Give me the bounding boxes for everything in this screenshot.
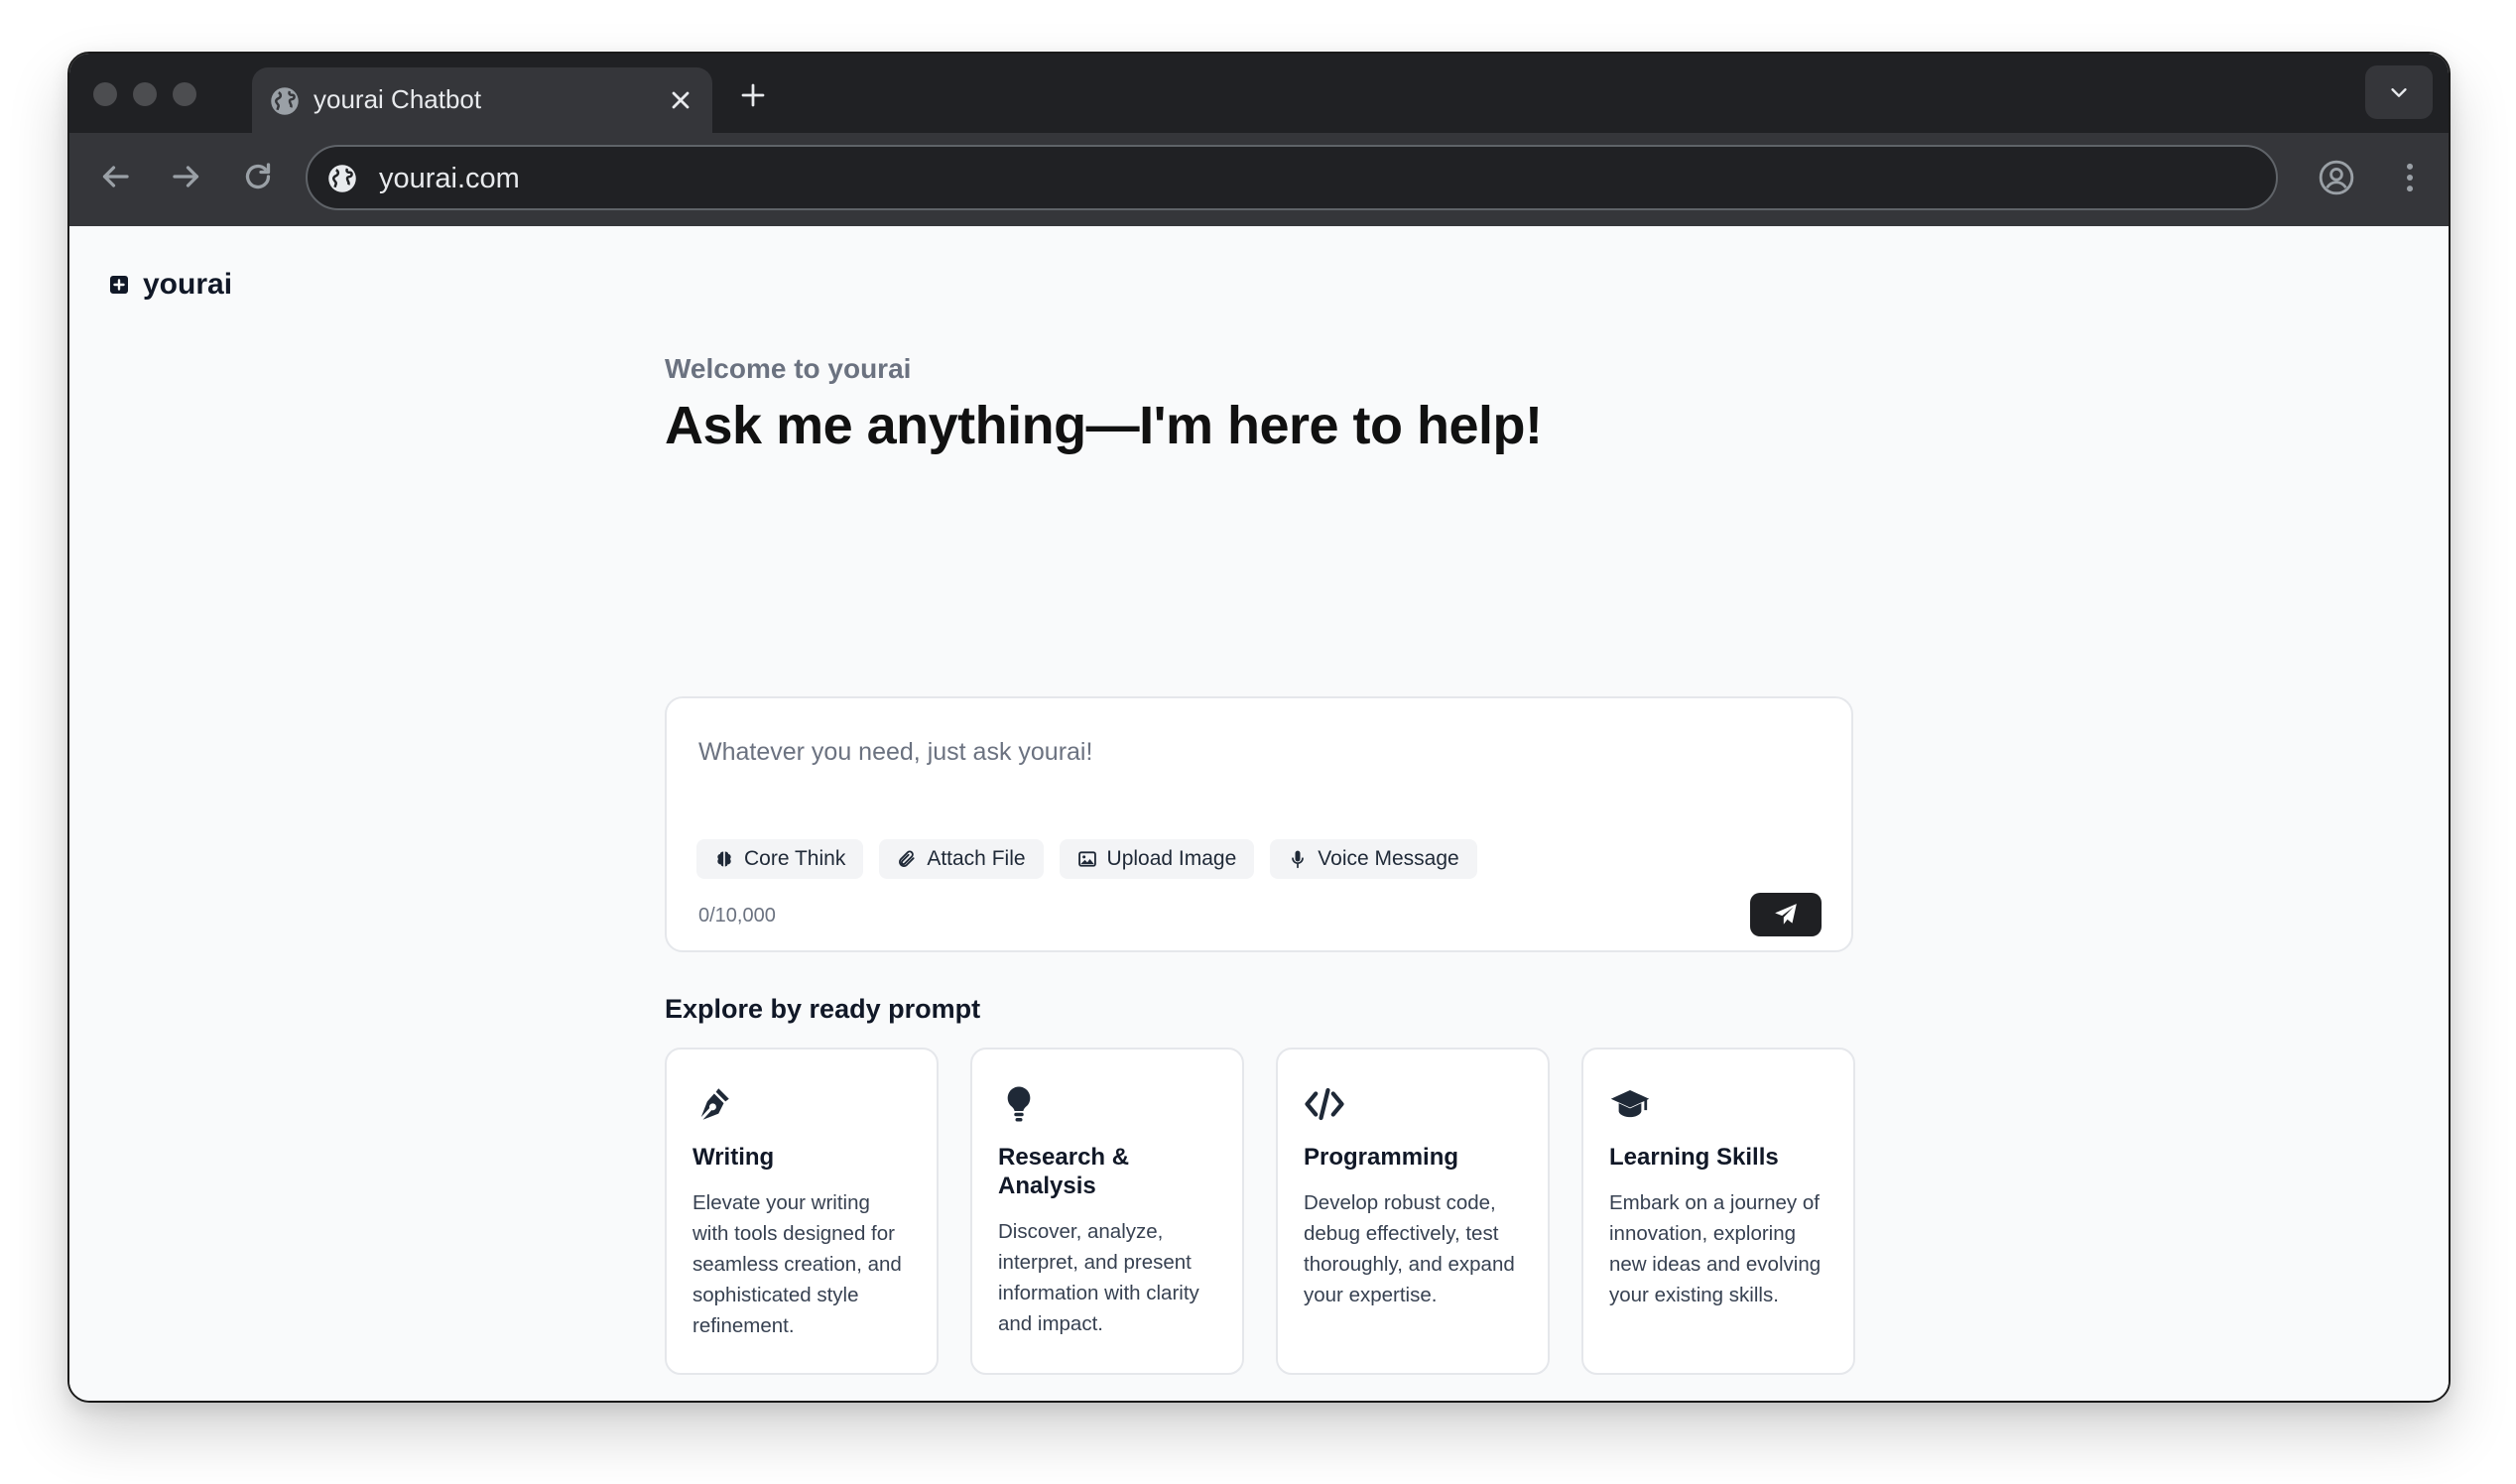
image-icon xyxy=(1077,851,1096,867)
square-plus-icon xyxy=(110,276,128,294)
card-description: Develop robust code, debug effectively, … xyxy=(1304,1191,1515,1306)
forward-arrow-icon[interactable] xyxy=(169,159,204,194)
chevron-down-icon xyxy=(2391,88,2407,97)
card-title: Research & Analysis xyxy=(998,1144,1130,1199)
send-button[interactable] xyxy=(1750,893,1822,936)
paper-plane-icon xyxy=(1775,904,1797,925)
profile-icon[interactable] xyxy=(2318,159,2355,196)
window-maximize-dot[interactable] xyxy=(173,82,196,106)
pen-nib-icon xyxy=(700,1088,729,1120)
back-arrow-icon[interactable] xyxy=(97,159,133,194)
graduation-cap-icon xyxy=(1610,1090,1650,1118)
welcome-text: Welcome to yourai xyxy=(665,353,912,384)
card-title: Writing xyxy=(692,1144,775,1171)
code-icon xyxy=(1305,1087,1344,1121)
voice-message-button[interactable]: Voice Message xyxy=(1270,839,1477,879)
core-think-label: Core Think xyxy=(744,847,846,870)
chat-composer: Core Think Attach File Upload Image xyxy=(665,696,1853,952)
card-description: Discover, analyze, interpret, and presen… xyxy=(998,1220,1199,1335)
tab-search-button[interactable] xyxy=(2365,65,2433,119)
attach-file-button[interactable]: Attach File xyxy=(879,839,1044,879)
lightbulb-icon xyxy=(1007,1086,1031,1122)
composer-tools: Core Think Attach File Upload Image Voic… xyxy=(696,839,1477,879)
prompt-card-writing[interactable]: Writing Elevate your writing with tools … xyxy=(665,1048,939,1375)
address-bar[interactable]: yourai.com xyxy=(306,145,2278,210)
prompt-card-learning[interactable]: Learning Skills Embark on a journey of i… xyxy=(1581,1048,1855,1375)
attach-file-label: Attach File xyxy=(927,847,1026,870)
globe-icon xyxy=(271,87,299,115)
prompt-cards: Writing Elevate your writing with tools … xyxy=(665,1048,1855,1375)
card-description: Embark on a journey of innovation, explo… xyxy=(1609,1191,1822,1306)
upload-image-button[interactable]: Upload Image xyxy=(1059,839,1255,879)
chat-input[interactable] xyxy=(696,726,1822,778)
prompt-card-research[interactable]: Research & Analysis Discover, analyze, i… xyxy=(970,1048,1244,1375)
page-content: yourai Welcome to yourai Ask me anything… xyxy=(69,226,2449,1401)
prompt-card-programming[interactable]: Programming Develop robust code, debug e… xyxy=(1276,1048,1550,1375)
paperclip-icon xyxy=(899,850,915,867)
character-counter: 0/10,000 xyxy=(698,905,776,927)
close-tab-icon[interactable] xyxy=(667,86,694,114)
window-minimize-dot[interactable] xyxy=(133,82,157,106)
card-title: Learning Skills xyxy=(1609,1144,1779,1171)
explore-heading: Explore by ready prompt xyxy=(665,994,981,1024)
new-tab-icon[interactable] xyxy=(738,80,768,110)
brand[interactable]: yourai xyxy=(109,268,232,302)
card-title: Programming xyxy=(1304,1144,1459,1171)
tab-strip: yourai Chatbot xyxy=(69,54,2449,133)
voice-message-label: Voice Message xyxy=(1318,847,1459,870)
site-info-icon[interactable] xyxy=(327,164,357,193)
upload-image-label: Upload Image xyxy=(1106,847,1237,870)
browser-window: yourai Chatbot yourai.com yourai Welcome… xyxy=(67,52,2451,1403)
tab-title: yourai Chatbot xyxy=(314,84,482,114)
page-title: Ask me anything—I'm here to help! xyxy=(665,396,1543,455)
core-think-button[interactable]: Core Think xyxy=(696,839,864,879)
url-text: yourai.com xyxy=(379,163,520,194)
window-close-dot[interactable] xyxy=(93,82,117,106)
microphone-icon xyxy=(1292,850,1305,869)
reload-icon[interactable] xyxy=(240,159,276,194)
browser-tab[interactable]: yourai Chatbot xyxy=(252,67,712,133)
brain-icon xyxy=(717,851,731,867)
more-options-icon[interactable] xyxy=(2391,159,2429,196)
card-description: Elevate your writing with tools designed… xyxy=(692,1191,902,1337)
brand-name: yourai xyxy=(143,268,233,301)
browser-toolbar: yourai.com xyxy=(69,133,2449,226)
